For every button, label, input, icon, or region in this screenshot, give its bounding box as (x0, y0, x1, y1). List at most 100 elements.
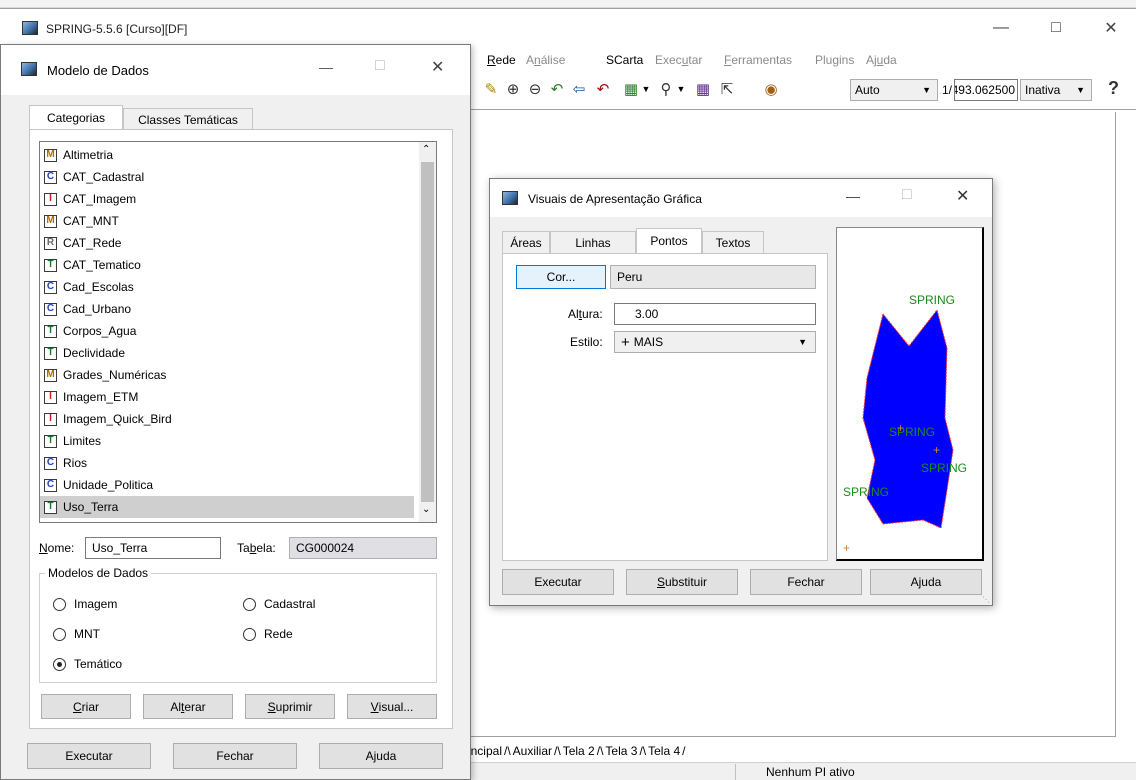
scale-zoom-icon[interactable]: ⚲ (655, 78, 677, 100)
fechar-button[interactable]: Fechar (173, 743, 297, 769)
list-item[interactable]: I CAT_Imagem (44, 188, 418, 210)
list-item[interactable]: T Uso_Terra (40, 496, 414, 518)
executar-button[interactable]: Executar (27, 743, 151, 769)
grid-icon[interactable]: ▦ (692, 78, 714, 100)
preview-label: SPRING (843, 485, 889, 499)
menu-plugins[interactable]: Plugins (815, 53, 854, 67)
category-name: Unidade_Politica (63, 478, 154, 492)
substituir-button[interactable]: Substituir (626, 569, 738, 595)
minimize-button[interactable]: — (978, 13, 1024, 43)
menu-ferramentas[interactable]: Ferramentas (724, 53, 792, 67)
back-arrow-icon[interactable]: ⇦ (568, 78, 590, 100)
list-item[interactable]: C Cad_Escolas (44, 276, 418, 298)
cor-button[interactable]: Cor... (516, 265, 606, 289)
auto-select[interactable]: Auto ▼ (850, 79, 938, 101)
sheet-tab-tela3[interactable]: Tela 3 (605, 744, 637, 758)
radio-tematico[interactable]: Temático (53, 657, 122, 671)
cursor-plus-icon[interactable]: ⇱ (716, 78, 738, 100)
minimize-button[interactable]: — (319, 59, 333, 75)
tab-categorias[interactable]: Categorias (29, 105, 123, 130)
list-scrollbar[interactable]: ⌃ ⌄ (419, 142, 436, 522)
preview-point: + (843, 541, 850, 555)
nome-field[interactable]: Uso_Terra (85, 537, 221, 559)
status-text: Nenhum PI ativo (766, 765, 855, 779)
list-item[interactable]: M CAT_MNT (44, 210, 418, 232)
tab-areas[interactable]: Áreas (502, 231, 550, 253)
menu-ajuda[interactable]: Ajuda (866, 53, 897, 67)
list-item[interactable]: T CAT_Tematico (44, 254, 418, 276)
close-button[interactable]: ✕ (956, 186, 969, 206)
visuais-fechar-button[interactable]: Fechar (750, 569, 862, 595)
scroll-thumb[interactable] (421, 162, 434, 502)
chevron-down-icon: ▼ (1076, 85, 1085, 95)
tab-pontos[interactable]: Pontos (636, 228, 702, 253)
scroll-up-icon[interactable]: ⌃ (422, 144, 430, 155)
menu-rede[interactable]: Rede (487, 53, 516, 67)
radio-imagem[interactable]: Imagem (53, 597, 117, 611)
list-item[interactable]: T Limites (44, 430, 418, 452)
layers-icon[interactable]: ▦ (620, 78, 642, 100)
zoom-in-icon[interactable]: ⊕ (502, 78, 524, 100)
list-item[interactable]: C Rios (44, 452, 418, 474)
preview-point: + (897, 421, 904, 435)
redo-arrow-icon[interactable]: ↶ (592, 78, 614, 100)
maximize-button[interactable]: □ (375, 57, 385, 75)
sheet-tab-tela4[interactable]: Tela 4 (648, 744, 680, 758)
list-item[interactable]: R CAT_Rede (44, 232, 418, 254)
palette-icon[interactable]: ◉ (760, 78, 782, 100)
pencil-icon[interactable]: ✎ (480, 78, 502, 100)
question-icon[interactable]: ? (1108, 78, 1119, 99)
close-button[interactable]: ✕ (1088, 13, 1134, 43)
sheet-tab-tela2[interactable]: Tela 2 (563, 744, 595, 758)
visuais-ajuda-button[interactable]: Ajuda (870, 569, 982, 595)
criar-button[interactable]: Criar (41, 694, 131, 719)
tab-textos[interactable]: Textos (702, 231, 764, 253)
menu-scarta[interactable]: SCarta (606, 53, 643, 67)
visuais-executar-button[interactable]: Executar (502, 569, 614, 595)
list-item[interactable]: M Altimetria (44, 144, 418, 166)
estilo-select[interactable]: + MAIS ▼ (614, 331, 816, 353)
list-item[interactable]: I Imagem_Quick_Bird (44, 408, 418, 430)
tabela-label: Tabela: (237, 541, 276, 555)
resize-grip-icon[interactable]: ⋱ (982, 595, 990, 604)
scale-input[interactable]: 493.062500 (954, 79, 1018, 101)
radio-cadastral[interactable]: Cadastral (243, 597, 315, 611)
sheet-tab-auxiliar[interactable]: Auxiliar (513, 744, 552, 758)
maximize-button[interactable]: □ (1033, 13, 1079, 43)
category-type-badge: C (44, 280, 57, 294)
zoom-out-icon[interactable]: ⊖ (524, 78, 546, 100)
minimize-button[interactable]: — (846, 188, 860, 204)
category-list[interactable]: M Altimetria C CAT_Cadastral I CAT_Imagem M CAT… (39, 141, 437, 523)
radio-rede[interactable]: Rede (243, 627, 293, 641)
ajuda-button[interactable]: Ajuda (319, 743, 443, 769)
menu-executar[interactable]: Executar (655, 53, 702, 67)
suprimir-button[interactable]: Suprimir (245, 694, 335, 719)
tab-linhas[interactable]: Linhas (550, 231, 636, 253)
menu-analise[interactable]: Análise (526, 53, 565, 67)
dropdown-arrow-icon[interactable]: ▼ (640, 78, 652, 100)
zoom-area-icon[interactable]: ↶ (546, 78, 568, 100)
dropdown-arrow-icon[interactable]: ▼ (675, 78, 687, 100)
list-item[interactable]: T Declividade (44, 342, 418, 364)
tab-textos-label: Textos (715, 235, 751, 250)
altura-field[interactable]: 3.00 (614, 303, 816, 325)
inativa-select-value: Inativa (1025, 83, 1061, 97)
list-item[interactable]: T Corpos_Agua (44, 320, 418, 342)
visuais-executar-label: Executar (534, 575, 582, 589)
radio-mnt[interactable]: MNT (53, 627, 100, 641)
inativa-select[interactable]: Inativa ▼ (1020, 79, 1092, 101)
list-item[interactable]: C Cad_Urbano (44, 298, 418, 320)
list-item[interactable]: M Grades_Numéricas (44, 364, 418, 386)
list-item[interactable]: C CAT_Cadastral (44, 166, 418, 188)
close-button[interactable]: ✕ (431, 57, 444, 77)
cor-button-label: Cor... (546, 270, 576, 284)
alterar-button[interactable]: Al t erar (143, 694, 233, 719)
list-item[interactable]: C Unidade_Politica (44, 474, 418, 496)
list-item[interactable]: I Imagem_ETM (44, 386, 418, 408)
maximize-button[interactable]: □ (902, 186, 912, 204)
tab-linhas-label: Linhas (575, 235, 611, 250)
sheet-tab-principal[interactable]: Principal (470, 744, 502, 758)
visual-button[interactable]: Visual... (347, 694, 437, 719)
scroll-down-icon[interactable]: ⌄ (422, 504, 430, 515)
tab-classes-tematicas[interactable]: Classes Temáticas (123, 108, 253, 130)
